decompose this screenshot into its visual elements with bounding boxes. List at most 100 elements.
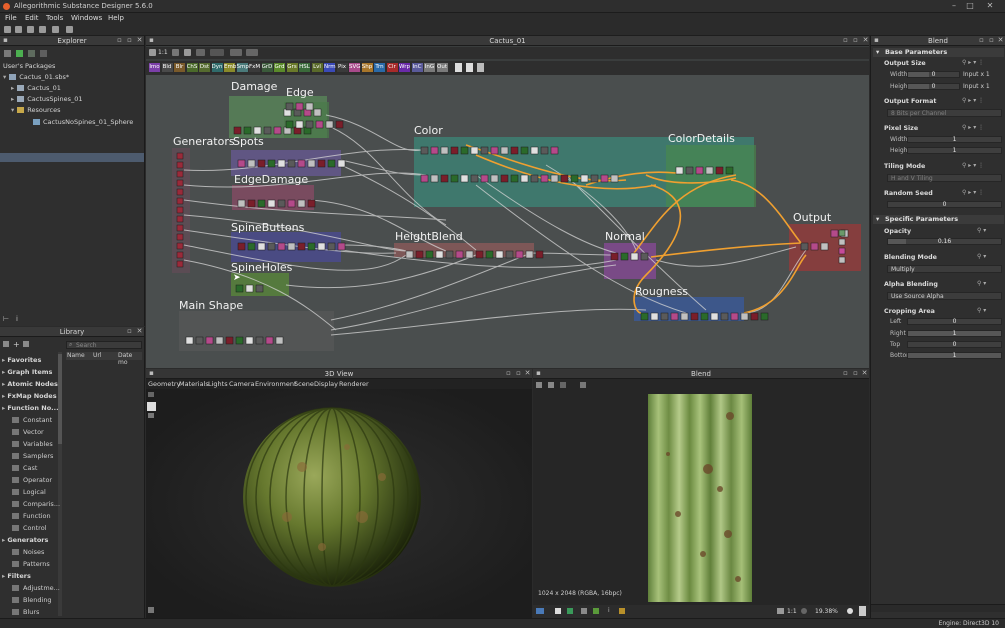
node-filter-fxm[interactable]: FxM [249, 63, 260, 72]
undo-icon[interactable] [52, 26, 59, 33]
graph-node[interactable] [440, 174, 449, 183]
graph-node[interactable] [715, 166, 724, 175]
graph-node[interactable] [235, 336, 244, 345]
tiling-mode-dropdown[interactable]: H and V Tiling [887, 174, 1002, 182]
graph-node[interactable] [600, 174, 609, 183]
library-settings-icon[interactable] [23, 341, 29, 347]
graph-node[interactable] [430, 146, 439, 155]
graph-node[interactable] [295, 120, 304, 129]
expand-arrow-icon[interactable]: ▸ [11, 84, 14, 92]
3d-tool-icon[interactable] [148, 392, 154, 397]
graph-node[interactable] [660, 312, 669, 321]
graph-node[interactable] [810, 242, 819, 251]
graph-node[interactable] [620, 252, 629, 261]
2d-view-pin-icon[interactable]: ▫ [842, 370, 849, 377]
frame-title-heightblend[interactable]: HeightBlend [395, 230, 463, 243]
graph-node[interactable] [820, 242, 829, 251]
library-close-icon[interactable]: ✕ [136, 328, 143, 335]
output-node[interactable] [838, 238, 846, 246]
library-item[interactable]: Comparis... [12, 500, 60, 508]
graph-node[interactable] [455, 250, 464, 259]
graph-node[interactable] [440, 146, 449, 155]
graph-node[interactable] [277, 242, 286, 251]
expand-arrow-icon[interactable]: ▾ [3, 73, 6, 81]
close-icon[interactable]: ✕ [984, 1, 996, 11]
3d-menu-scene[interactable]: Scene [294, 380, 314, 388]
generator-node[interactable] [176, 170, 184, 178]
graph-node[interactable] [510, 174, 519, 183]
3d-menu-lights[interactable]: Lights [208, 380, 228, 388]
library-scroll-thumb[interactable] [58, 354, 62, 444]
filter-frame-icon[interactable] [466, 63, 473, 72]
graph-node[interactable] [285, 102, 294, 111]
graph-node[interactable] [263, 126, 272, 135]
2d-channels-icon[interactable] [580, 382, 586, 388]
graph-node[interactable] [470, 174, 479, 183]
param-options-icon[interactable]: ⚲ ▸ ▾ ⋮ [962, 189, 984, 196]
graph-node[interactable] [495, 250, 504, 259]
graph-node[interactable] [610, 252, 619, 261]
collapse-arrow-icon[interactable]: ▾ [876, 215, 879, 224]
graph-node[interactable] [525, 250, 534, 259]
graph-node[interactable] [695, 166, 704, 175]
3d-view-menu-icon[interactable]: ▪ [148, 370, 155, 377]
frame-colordetails-bg[interactable] [666, 145, 756, 207]
output-node[interactable] [838, 256, 846, 264]
library-item[interactable]: Vector [12, 428, 44, 436]
graph-node[interactable] [317, 159, 326, 168]
graph-node[interactable] [215, 336, 224, 345]
2d-copy-icon[interactable] [560, 382, 566, 388]
graph-node[interactable] [465, 250, 474, 259]
frame-mainshape-bg[interactable] [179, 311, 334, 351]
3d-menu-camera[interactable]: Camera [229, 380, 255, 388]
graph-node[interactable] [233, 126, 242, 135]
generator-node[interactable] [176, 251, 184, 259]
frame-title-edge[interactable]: Edge [286, 86, 314, 99]
graph-search-icon[interactable] [184, 49, 191, 56]
2d-alpha-icon[interactable] [581, 608, 587, 614]
graph-node[interactable] [287, 199, 296, 208]
graph-node[interactable] [675, 166, 684, 175]
column-name[interactable]: Name [67, 352, 85, 359]
tree-item-graph-spines[interactable]: ▸ CactusSpines_01 [11, 95, 83, 103]
generator-node[interactable] [176, 179, 184, 187]
3d-light-tool-icon[interactable] [148, 413, 154, 418]
node-filter-shp[interactable]: Shp [361, 63, 373, 72]
library-item[interactable]: Operator [12, 476, 52, 484]
graph-node[interactable] [255, 284, 264, 293]
library-item[interactable]: Logical [12, 488, 46, 496]
graph-node[interactable] [257, 242, 266, 251]
graph-node[interactable] [307, 199, 316, 208]
column-date[interactable]: Date mo [118, 352, 142, 366]
redo-icon[interactable] [66, 26, 73, 33]
graph-settings-icon[interactable] [246, 49, 258, 56]
generator-node[interactable] [176, 197, 184, 205]
param-options-icon[interactable]: ⚲ ▸ ▾ ⋮ [962, 97, 984, 104]
node-filter-grd[interactable]: GrD [261, 63, 273, 72]
library-item[interactable]: Samplers [12, 452, 53, 460]
graph-node[interactable] [720, 312, 729, 321]
explorer-close-icon[interactable]: ✕ [136, 37, 143, 44]
frame-title-edgedamage[interactable]: EdgeDamage [234, 173, 308, 186]
generator-node[interactable] [176, 215, 184, 223]
frame-title-mainshape[interactable]: Main Shape [179, 299, 243, 312]
graph-node[interactable] [610, 174, 619, 183]
graph-node[interactable] [287, 159, 296, 168]
library-item[interactable]: Noises [12, 548, 44, 556]
node-filter-pix[interactable]: Pix [336, 63, 348, 72]
properties-float-icon[interactable]: ▫ [988, 37, 995, 44]
3d-view-close-icon[interactable]: ✕ [524, 370, 531, 377]
graph-node[interactable] [420, 174, 429, 183]
graph-node[interactable] [630, 252, 639, 261]
generator-node[interactable] [176, 161, 184, 169]
play-icon[interactable] [16, 50, 23, 57]
graph-node[interactable] [297, 159, 306, 168]
output-node[interactable] [838, 229, 846, 237]
node-filter-bld[interactable]: Bld [161, 63, 173, 72]
graph-node[interactable] [307, 242, 316, 251]
generator-node[interactable] [176, 224, 184, 232]
graph-node[interactable] [267, 159, 276, 168]
graph-node[interactable] [485, 250, 494, 259]
frame-title-colordetails[interactable]: ColorDetails [668, 132, 735, 145]
graph-node[interactable] [247, 159, 256, 168]
